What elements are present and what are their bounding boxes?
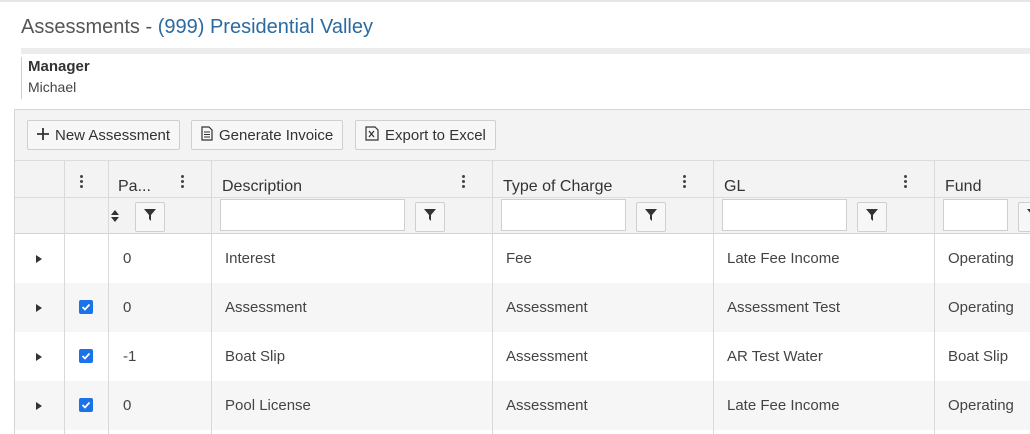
filter-input-fund[interactable] [943,199,1008,231]
cell-pa: -1 [123,348,137,365]
column-divider [934,161,935,434]
header-description-label: Description [222,178,303,195]
sort-arrows-icon[interactable] [109,203,121,229]
table-row[interactable]: -1 Boat Slip Assessment AR Test Water Boat S… [15,332,1030,381]
cell-fund: Operating [948,250,1014,267]
title-divider [21,48,1030,54]
expand-arrow-icon[interactable] [36,255,42,263]
header-description[interactable]: Description [212,161,493,198]
grid-toolbar: New Assessment Generate Invoice Export t… [15,110,1030,161]
expand-arrow-icon[interactable] [36,353,42,361]
manager-label: Manager [28,58,90,75]
filter-button-description[interactable] [415,202,445,232]
header-fund-label: Fund [945,178,982,195]
association-link[interactable]: (999) Presidential Valley [158,16,373,38]
expand-arrow-icon[interactable] [36,402,42,410]
filter-icon [645,208,657,226]
export-excel-button[interactable]: Export to Excel [355,120,496,150]
column-menu-icon[interactable] [679,173,689,190]
cell-gl: Assessment Test [727,299,841,316]
cell-type-of-charge: Assessment [506,348,588,365]
table-row[interactable]: 0 Pool License Assessment Late Fee Income Op… [15,381,1030,430]
checkbox-icon[interactable] [79,300,93,314]
cell-description: Assessment [225,299,307,316]
cell-description: Pool License [225,397,311,414]
header-type-label: Type of Charge [503,178,613,195]
checkbox-icon[interactable] [79,398,93,412]
cell-gl: Late Fee Income [727,397,840,414]
column-divider [108,161,109,434]
cell-description: Boat Slip [225,348,286,365]
header-pa[interactable]: Pa... [108,161,212,198]
cell-fund: Operating [948,299,1014,316]
cell-fund: Operating [948,397,1014,414]
filter-input-type-of-charge[interactable] [501,199,626,231]
header-fund[interactable]: Fund [935,161,1030,198]
cell-pa: 0 [123,299,132,316]
column-menu-icon[interactable] [177,173,187,190]
top-border [0,0,1030,2]
filter-input-gl[interactable] [722,199,847,231]
table-row[interactable]: 0 Assessment Assessment Assessment Test Oper… [15,283,1030,332]
header-pa-label: Pa... [118,178,151,195]
column-menu-icon[interactable] [900,173,910,190]
manager-info: Manager Michael [21,57,90,99]
header-type-of-charge[interactable]: Type of Charge [493,161,714,198]
filter-icon [144,208,156,226]
export-excel-label: Export to Excel [385,126,486,144]
filter-icon [424,208,436,226]
column-divider [713,161,714,434]
filter-icon [866,208,878,226]
column-menu-icon[interactable] [458,173,468,190]
assessments-grid: New Assessment Generate Invoice Export t… [14,109,1030,434]
column-divider [211,161,212,434]
new-assessment-label: New Assessment [55,126,171,144]
cell-fund: Boat Slip [948,348,1009,365]
cell-type-of-charge: Assessment [506,299,588,316]
filter-button-fund[interactable] [1018,202,1030,232]
cell-gl: AR Test Water [727,348,823,365]
column-divider [64,161,65,434]
filter-button-pa[interactable] [135,202,165,232]
manager-name: Michael [28,79,77,95]
header-expand-col [15,161,64,198]
checkbox-icon[interactable] [79,349,93,363]
expand-arrow-icon[interactable] [36,304,42,312]
header-gl[interactable]: GL [714,161,935,198]
header-select-col [64,161,108,198]
filter-button-gl[interactable] [857,202,887,232]
generate-invoice-label: Generate Invoice [219,126,334,144]
header-gl-label: GL [724,178,746,195]
generate-invoice-button[interactable]: Generate Invoice [191,120,344,150]
document-icon [201,125,213,145]
filter-input-description[interactable] [220,199,405,231]
cell-pa: 0 [123,250,132,267]
filter-button-type-of-charge[interactable] [636,202,666,232]
excel-icon [365,125,379,145]
column-divider [492,161,493,434]
table-row[interactable]: 0 Interest Fee Late Fee Income Operating [15,234,1030,283]
cell-description: Interest [225,250,276,267]
plus-icon [37,127,49,144]
page-title: Assessments - (999) Presidential Valley [21,16,373,39]
column-menu-icon[interactable] [76,173,86,190]
page-title-prefix: Assessments - [21,16,158,38]
cell-pa: 0 [123,397,132,414]
new-assessment-button[interactable]: New Assessment [27,120,181,150]
cell-type-of-charge: Fee [506,250,532,267]
cell-gl: Late Fee Income [727,250,840,267]
cell-type-of-charge: Assessment [506,397,588,414]
